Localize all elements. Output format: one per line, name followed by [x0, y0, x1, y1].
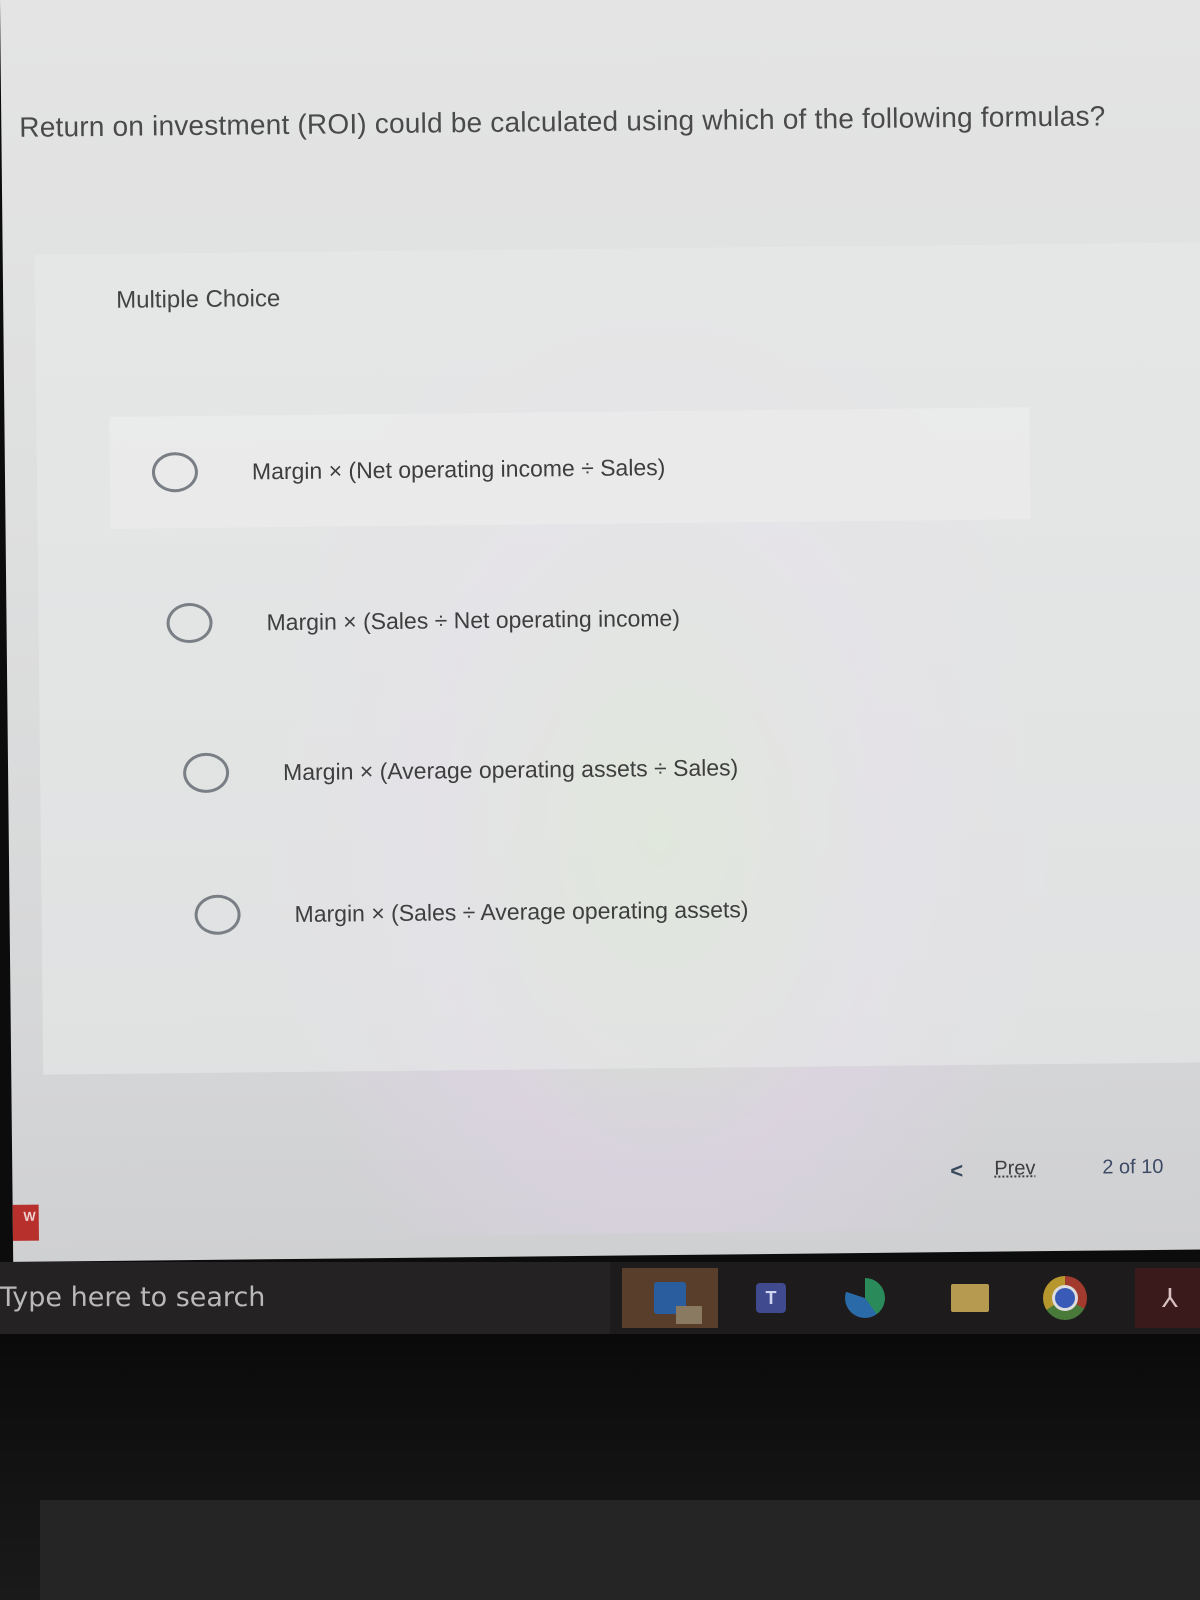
- browser-screen: Return on investment (ROI) could be calc…: [0, 0, 1200, 1262]
- folder-icon: [951, 1284, 989, 1312]
- chrome-icon: [1043, 1276, 1087, 1320]
- answer-option-label: Margin × (Net operating income ÷ Sales): [251, 453, 666, 484]
- page-counter[interactable]: 2 of 10: [1102, 1156, 1163, 1180]
- radio-button[interactable]: [194, 894, 241, 936]
- taskbar-app-teams[interactable]: T: [736, 1268, 806, 1328]
- taskbar: Type here to search T ⅄: [0, 1262, 1200, 1334]
- answer-option-2[interactable]: Margin × (Sales ÷ Net operating income): [166, 598, 681, 644]
- answer-option-4[interactable]: Margin × (Sales ÷ Average operating asse…: [194, 889, 749, 936]
- prev-button[interactable]: Prev: [994, 1157, 1035, 1180]
- question-type-label: Multiple Choice: [116, 285, 281, 314]
- radio-button[interactable]: [166, 602, 213, 644]
- teams-icon: T: [756, 1283, 786, 1313]
- acrobat-icon: ⅄: [1162, 1282, 1178, 1313]
- keyboard-edge: [40, 1500, 1200, 1600]
- taskbar-search-input[interactable]: Type here to search: [0, 1262, 610, 1334]
- answer-option-3[interactable]: Margin × (Average operating assets ÷ Sal…: [182, 747, 739, 794]
- outlook-icon: [654, 1282, 702, 1324]
- taskbar-app-acrobat[interactable]: ⅄: [1135, 1268, 1200, 1328]
- answer-option-label: Margin × (Sales ÷ Net operating income): [266, 604, 681, 635]
- taskbar-app-edge[interactable]: [830, 1268, 900, 1328]
- answer-option-1[interactable]: Margin × (Net operating income ÷ Sales): [109, 407, 1031, 529]
- taskbar-app-chrome[interactable]: [1030, 1268, 1100, 1328]
- answer-panel: [34, 242, 1200, 1075]
- radio-button[interactable]: [182, 752, 230, 794]
- taskbar-app-file-explorer[interactable]: [935, 1268, 1005, 1328]
- side-tab[interactable]: W: [12, 1204, 39, 1241]
- chevron-left-icon[interactable]: <: [950, 1158, 963, 1184]
- answer-option-label: Margin × (Sales ÷ Average operating asse…: [294, 895, 749, 927]
- edge-icon: [845, 1278, 885, 1318]
- taskbar-app-outlook[interactable]: [622, 1268, 718, 1328]
- answer-option-label: Margin × (Average operating assets ÷ Sal…: [282, 753, 739, 785]
- question-text: Return on investment (ROI) could be calc…: [19, 100, 1106, 143]
- radio-button[interactable]: [151, 451, 199, 493]
